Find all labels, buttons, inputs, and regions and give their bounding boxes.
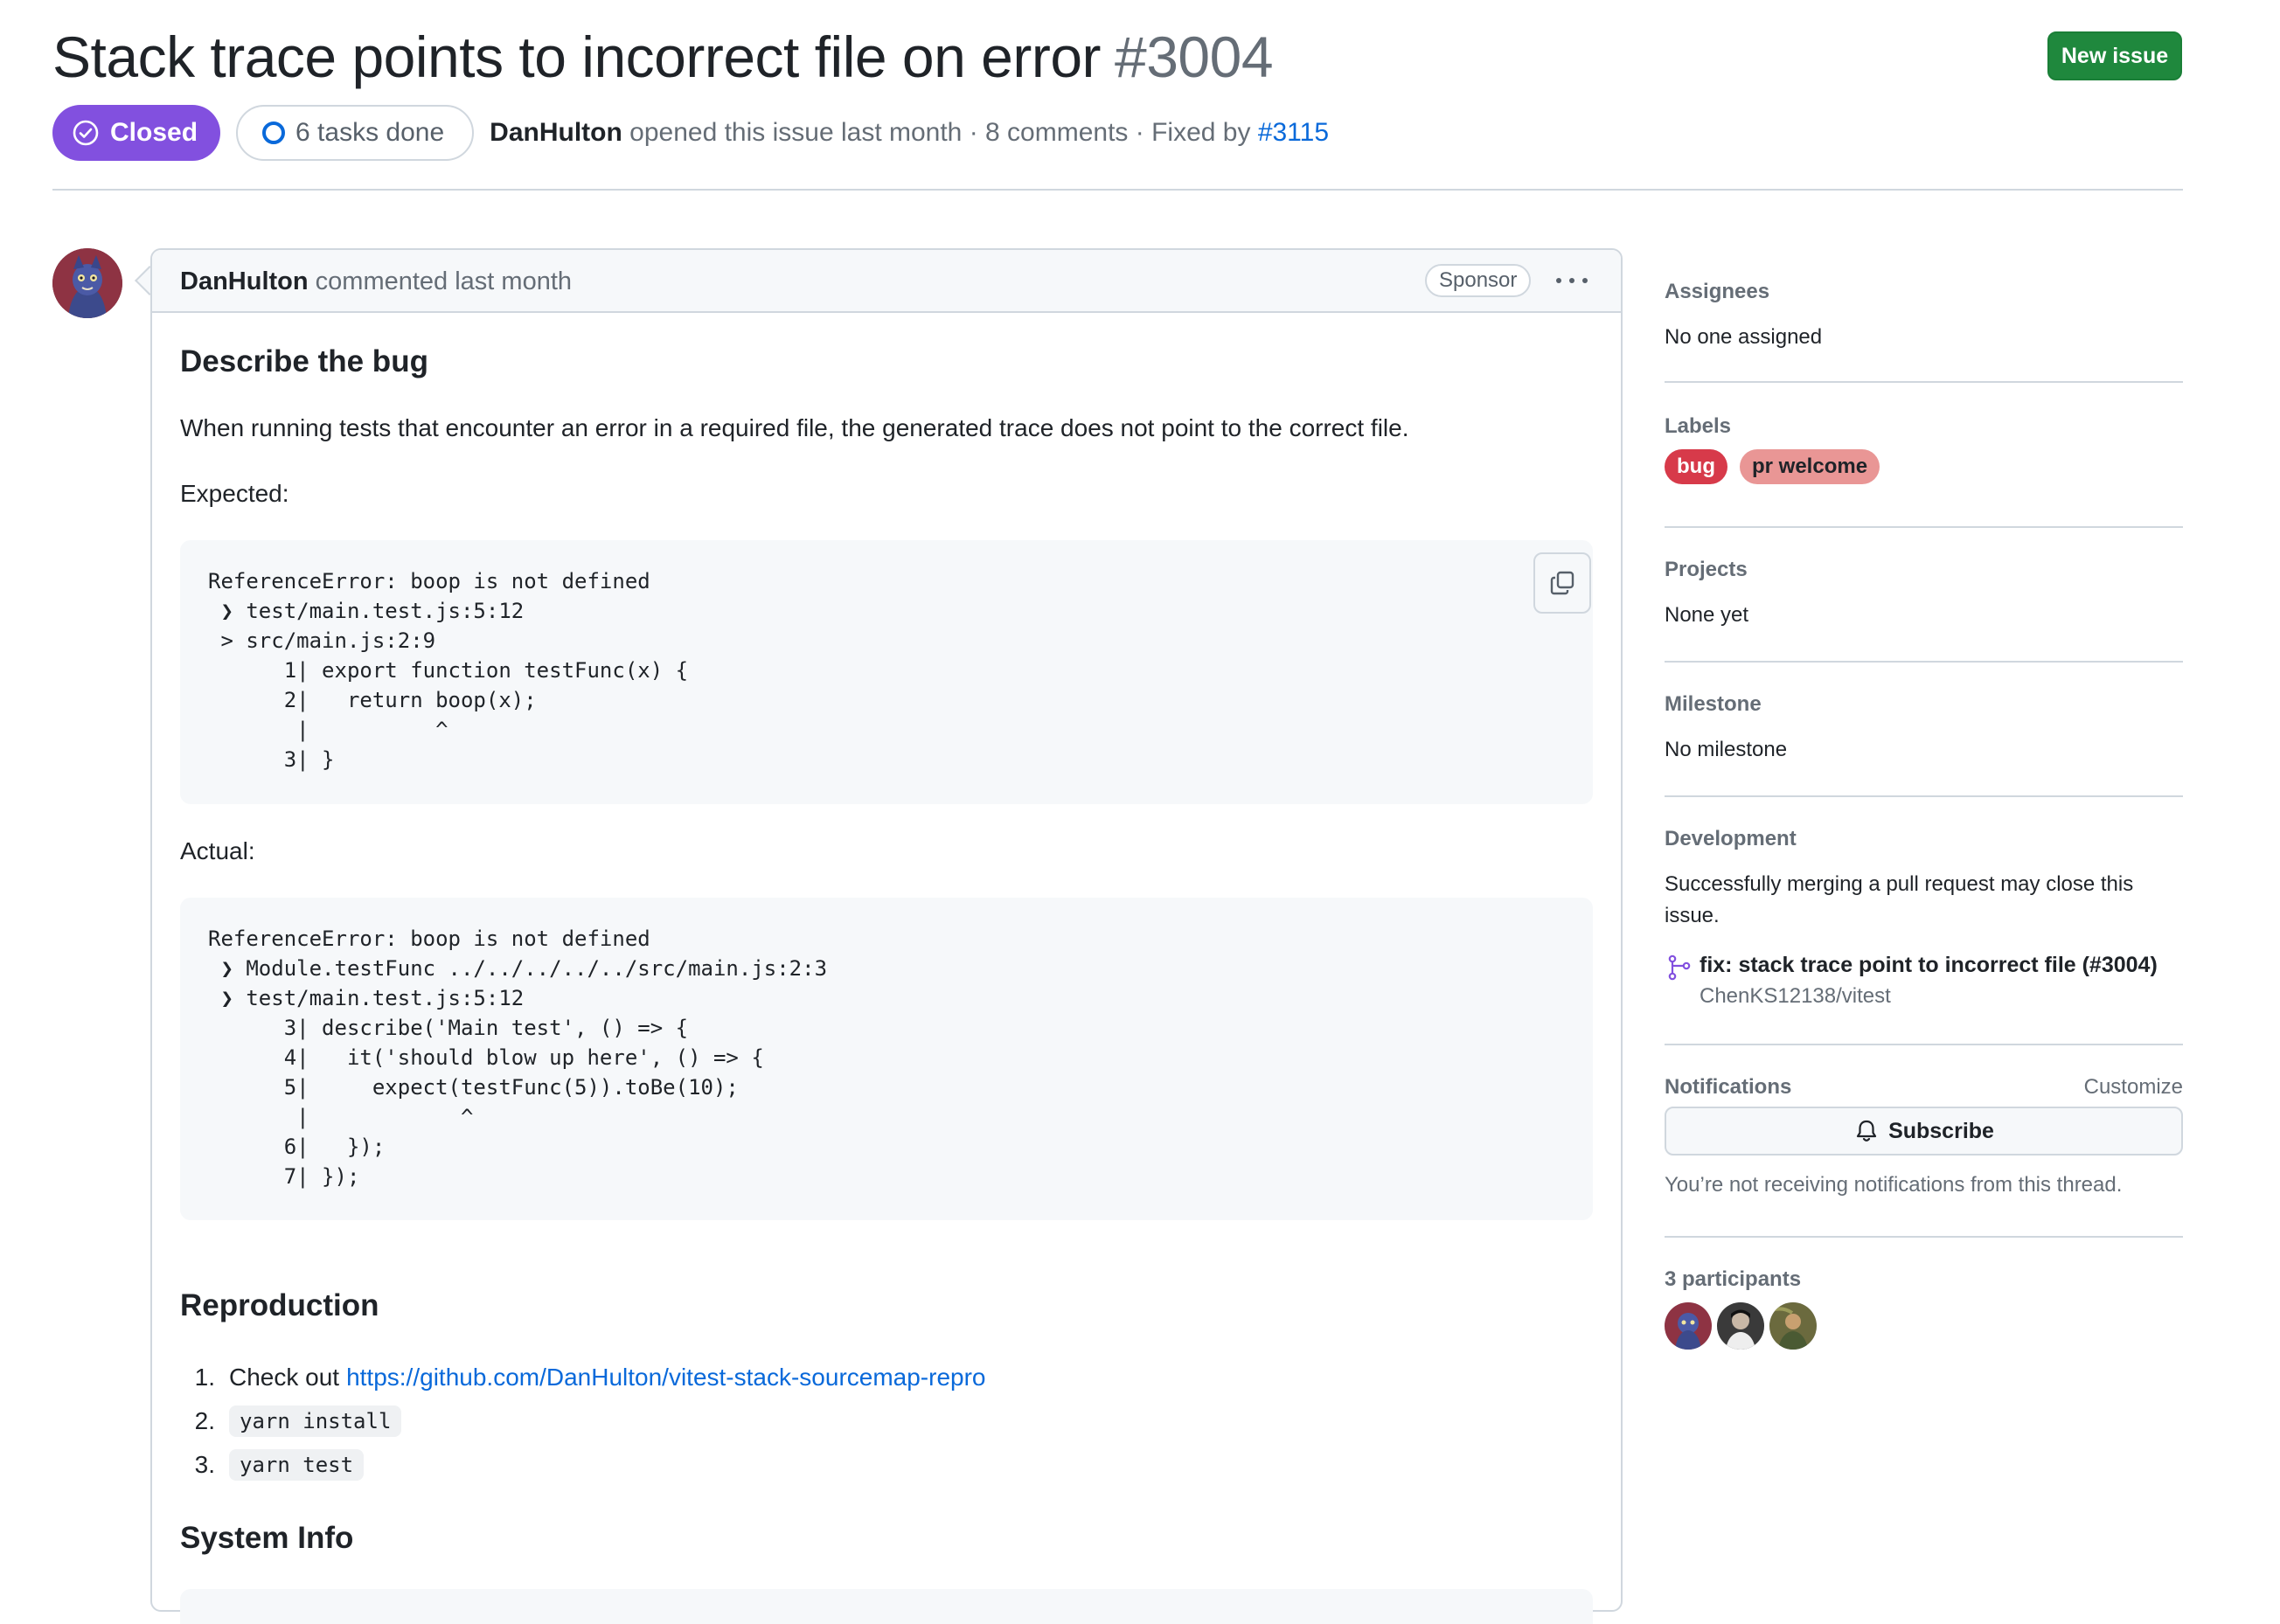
label-pr-welcome[interactable]: pr welcome bbox=[1740, 449, 1880, 484]
linked-pull-request[interactable]: fix: stack trace point to incorrect file… bbox=[1665, 953, 2183, 1023]
projects-value: None yet bbox=[1665, 603, 1749, 627]
comment-author-avatar[interactable] bbox=[52, 248, 122, 318]
issue-title: Stack trace points to incorrect file on … bbox=[52, 19, 1274, 94]
pr-repo-name: ChenKS12138/vitest bbox=[1700, 984, 1891, 1008]
state-badge: Closed bbox=[52, 105, 221, 161]
sponsor-badge[interactable]: Sponsor bbox=[1425, 264, 1532, 297]
participant-avatar[interactable] bbox=[1717, 1302, 1764, 1350]
closed-check-icon bbox=[73, 120, 99, 146]
notifications-heading: Notifications bbox=[1665, 1075, 1792, 1099]
list-item: 1. Check out https://github.com/DanHulto… bbox=[180, 1360, 986, 1395]
expected-code-block: ReferenceError: boop is not defined ❯ te… bbox=[180, 540, 1593, 804]
list-item: 3. yarn test bbox=[180, 1447, 365, 1482]
list-item: 2. yarn install bbox=[180, 1404, 402, 1439]
header-divider bbox=[52, 189, 2183, 191]
copy-code-button[interactable] bbox=[1533, 552, 1591, 614]
issue-title-text: Stack trace points to incorrect file on … bbox=[52, 24, 1102, 89]
bug-heading: Describe the bug bbox=[180, 344, 428, 378]
step-text: Check out bbox=[229, 1364, 340, 1391]
issue-comment: DanHulton commented last month Sponsor D… bbox=[150, 248, 1623, 1624]
sidebar-divider bbox=[1665, 526, 2183, 528]
sidebar-divider bbox=[1665, 1236, 2183, 1238]
assignees-value: No one assigned bbox=[1665, 325, 1823, 349]
comment-header: DanHulton commented last month Sponsor bbox=[152, 250, 1621, 313]
system-info-heading: System Info bbox=[180, 1521, 354, 1555]
comment-header-text: DanHulton commented last month bbox=[180, 267, 572, 296]
participants-heading: 3 participants bbox=[1665, 1267, 1802, 1291]
tasks-pill[interactable]: 6 tasks done bbox=[236, 105, 475, 161]
repro-repo-link[interactable]: https://github.com/DanHulton/vitest-stac… bbox=[346, 1364, 985, 1392]
projects-heading[interactable]: Projects bbox=[1665, 558, 1748, 582]
issue-meta-row: Closed 6 tasks done DanHulton opened thi… bbox=[52, 105, 1329, 161]
inline-code: yarn install bbox=[229, 1405, 402, 1437]
assignees-heading[interactable]: Assignees bbox=[1665, 280, 1769, 304]
progress-ring-icon bbox=[262, 121, 286, 144]
avatar-image bbox=[52, 248, 122, 318]
comment-timestamp[interactable]: commented last month bbox=[316, 267, 572, 295]
git-pull-request-icon bbox=[1668, 954, 1691, 981]
reproduction-heading: Reproduction bbox=[180, 1288, 379, 1322]
sidebar-divider bbox=[1665, 661, 2183, 663]
actual-code-block: ReferenceError: boop is not defined ❯ Mo… bbox=[180, 898, 1593, 1220]
list-number: 3. bbox=[194, 1451, 215, 1478]
customize-link[interactable]: Customize bbox=[2084, 1075, 2183, 1100]
state-label: Closed bbox=[110, 118, 198, 147]
subscribe-label: Subscribe bbox=[1888, 1118, 1994, 1143]
sidebar-divider bbox=[1665, 795, 2183, 797]
new-issue-button[interactable]: New issue bbox=[2047, 31, 2182, 80]
issue-meta-text: DanHulton opened this issue last month ·… bbox=[490, 118, 1329, 148]
fixed-by-link[interactable]: #3115 bbox=[1258, 118, 1329, 147]
subscribe-button[interactable]: Subscribe bbox=[1665, 1107, 2183, 1156]
milestone-value: No milestone bbox=[1665, 738, 1788, 761]
issue-opened-text: opened this issue last month · 8 comment… bbox=[629, 118, 1251, 147]
system-info-code-block bbox=[180, 1589, 1593, 1624]
sidebar-divider bbox=[1665, 381, 2183, 383]
development-heading[interactable]: Development bbox=[1665, 827, 1797, 851]
issue-number: #3004 bbox=[1115, 24, 1274, 89]
participant-avatar[interactable] bbox=[1769, 1302, 1817, 1350]
list-number: 2. bbox=[194, 1407, 215, 1434]
participant-image bbox=[1665, 1302, 1712, 1350]
milestone-heading[interactable]: Milestone bbox=[1665, 692, 1762, 717]
issue-page: Stack trace points to incorrect file on … bbox=[0, 0, 2280, 1624]
tasks-label: 6 tasks done bbox=[295, 118, 445, 147]
pr-title-link[interactable]: fix: stack trace point to incorrect file… bbox=[1700, 953, 2158, 978]
copy-icon bbox=[1550, 571, 1574, 595]
bell-icon bbox=[1856, 1120, 1877, 1142]
bug-description: When running tests that encounter an err… bbox=[180, 414, 1409, 441]
development-note-line1: Successfully merging a pull request may … bbox=[1665, 872, 2134, 896]
list-number: 1. bbox=[194, 1364, 215, 1391]
comment-options-icon[interactable] bbox=[1556, 267, 1588, 294]
label-bug[interactable]: bug bbox=[1665, 449, 1727, 484]
issue-author-link[interactable]: DanHulton bbox=[490, 118, 622, 147]
sidebar-divider bbox=[1665, 1044, 2183, 1045]
labels-heading[interactable]: Labels bbox=[1665, 414, 1731, 439]
inline-code: yarn test bbox=[229, 1449, 365, 1481]
actual-label: Actual: bbox=[180, 837, 255, 864]
participant-avatar[interactable] bbox=[1665, 1302, 1712, 1350]
comment-author-link[interactable]: DanHulton bbox=[180, 267, 309, 295]
participant-image bbox=[1717, 1302, 1764, 1350]
notifications-note: You’re not receiving notifications from … bbox=[1665, 1173, 2123, 1197]
participant-image bbox=[1769, 1302, 1817, 1350]
expected-label: Expected: bbox=[180, 480, 289, 507]
development-note-line2: issue. bbox=[1665, 904, 1720, 927]
